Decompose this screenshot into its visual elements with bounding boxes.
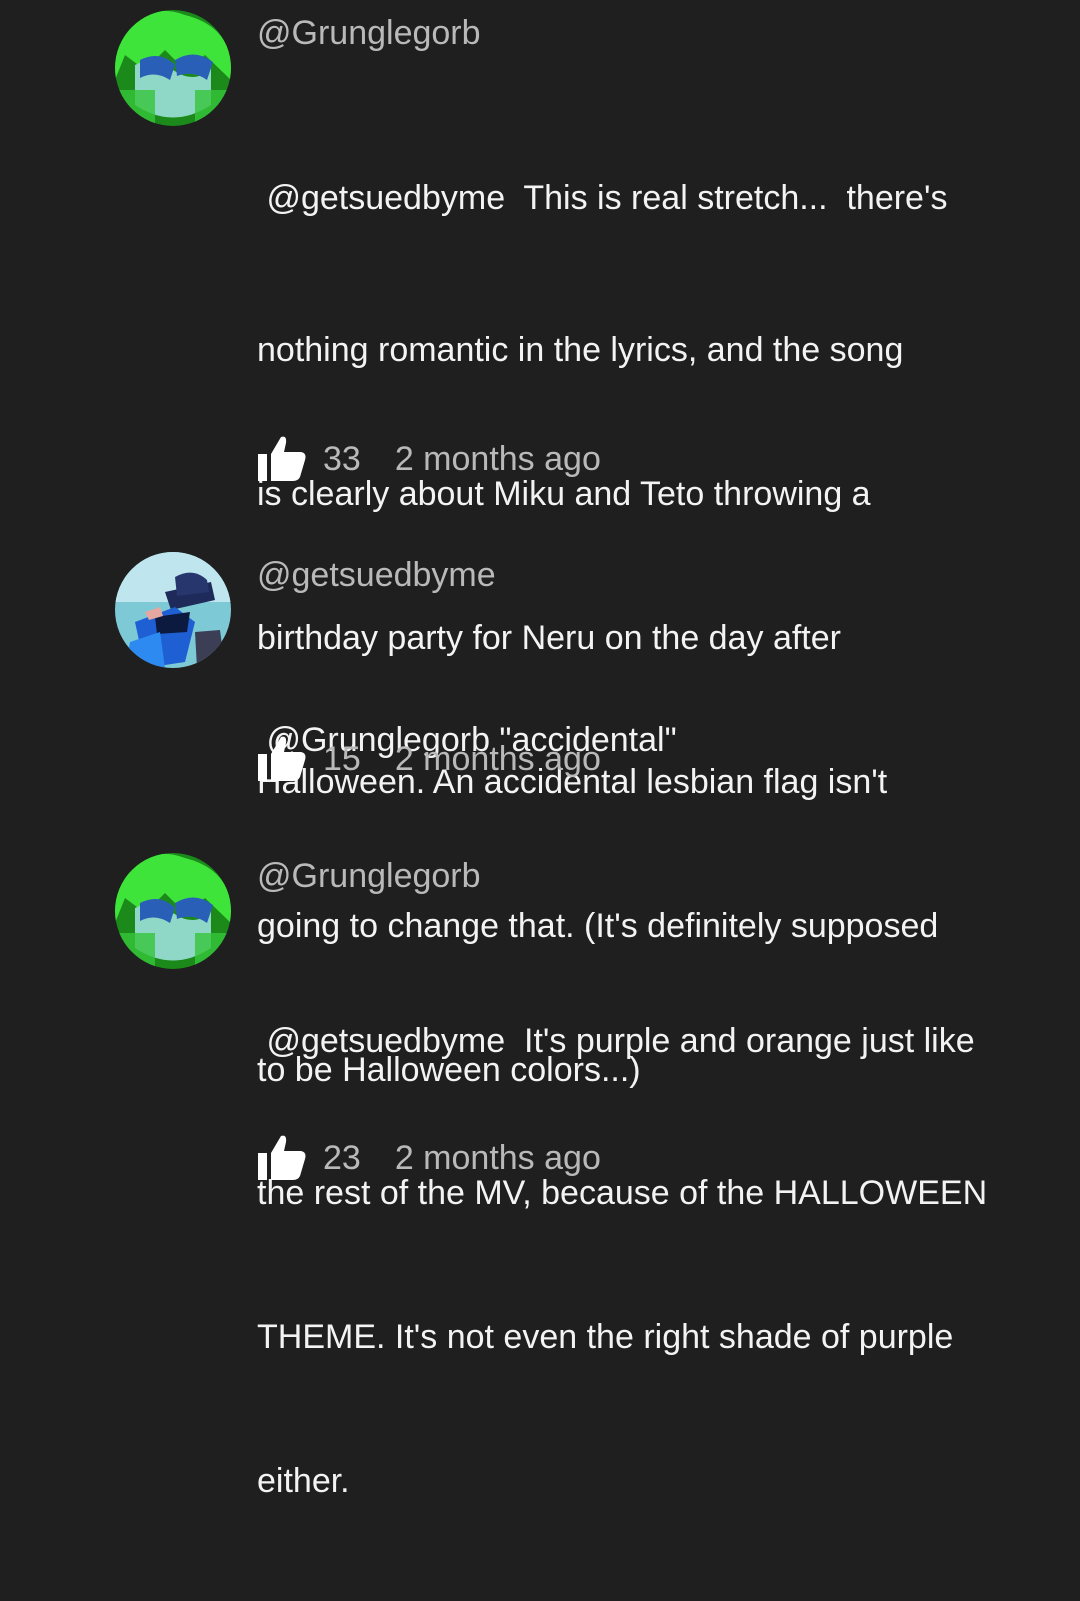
- comment-author[interactable]: @Grunglegorb: [257, 14, 481, 53]
- comment-actions: 23 2 months ago: [257, 1133, 601, 1183]
- comment-author[interactable]: @getsuedbyme: [257, 556, 496, 595]
- thumbs-up-icon[interactable]: [257, 735, 307, 783]
- comment-line: @getsuedbyme It's purple and orange just…: [257, 1022, 975, 1060]
- blue-hat-avatar-icon: [115, 552, 231, 668]
- comment-line: either.: [257, 1462, 350, 1500]
- avatar[interactable]: [115, 552, 231, 668]
- thumbs-up-icon[interactable]: [257, 1134, 307, 1182]
- timestamp: 2 months ago: [394, 739, 601, 778]
- green-hair-avatar-icon: [115, 10, 231, 126]
- timestamp: 2 months ago: [394, 439, 601, 478]
- comment-line: @getsuedbyme This is real stretch... the…: [257, 179, 948, 217]
- like-count: 33: [323, 439, 361, 478]
- comment-line: nothing romantic in the lyrics, and the …: [257, 331, 904, 369]
- comment-actions: 33 2 months ago: [257, 434, 601, 484]
- avatar[interactable]: [115, 853, 231, 969]
- thumbs-up-icon[interactable]: [257, 435, 307, 483]
- like-count: 15: [323, 739, 361, 778]
- green-hair-avatar-icon: [115, 853, 231, 969]
- comment-author[interactable]: @Grunglegorb: [257, 857, 481, 896]
- comment-actions: 15 2 months ago: [257, 734, 601, 784]
- timestamp: 2 months ago: [394, 1138, 601, 1177]
- comment-line: THEME. It's not even the right shade of …: [257, 1318, 954, 1356]
- comment-text: @getsuedbyme It's purple and orange just…: [257, 921, 1057, 1601]
- like-count: 23: [323, 1138, 361, 1177]
- avatar[interactable]: [115, 10, 231, 126]
